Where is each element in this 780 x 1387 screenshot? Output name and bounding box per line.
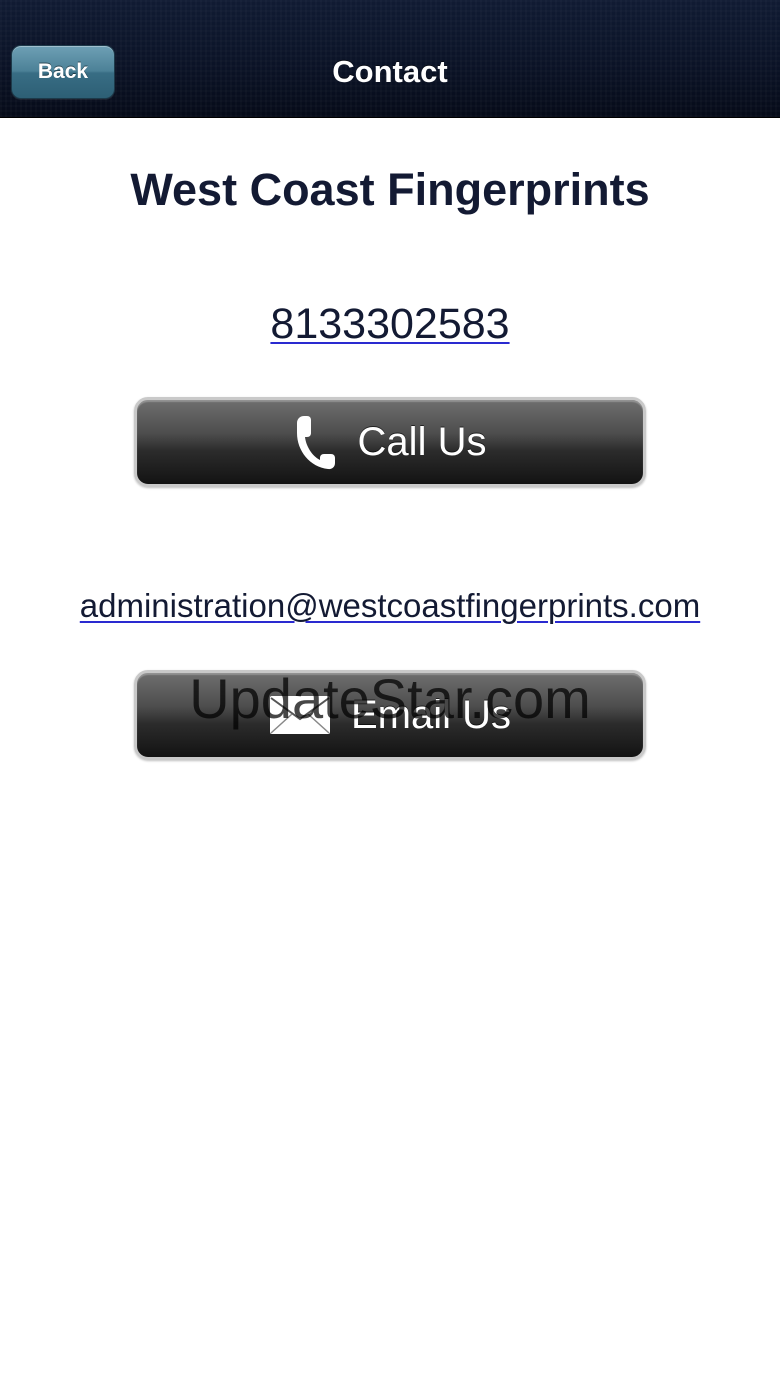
phone-number-row: 8133302583	[0, 296, 780, 352]
back-button[interactable]: Back	[11, 45, 115, 99]
phone-icon	[294, 413, 338, 471]
page-title: Contact	[332, 54, 448, 89]
email-us-label: Email Us	[350, 692, 512, 737]
call-us-button[interactable]: Call Us	[134, 397, 646, 487]
phone-number-link[interactable]: 8133302583	[270, 300, 509, 348]
call-us-label: Call Us	[357, 419, 487, 464]
email-row: administration@westcoastfingerprints.com	[0, 584, 780, 628]
business-name: West Coast Fingerprints	[130, 164, 650, 215]
navigation-bar: Back Contact	[0, 0, 780, 118]
envelope-icon	[269, 695, 331, 735]
email-address-link[interactable]: administration@westcoastfingerprints.com	[80, 587, 700, 624]
email-us-button[interactable]: Email Us	[134, 670, 646, 760]
contact-screen: Back Contact West Coast Fingerprints 813…	[0, 0, 780, 1387]
